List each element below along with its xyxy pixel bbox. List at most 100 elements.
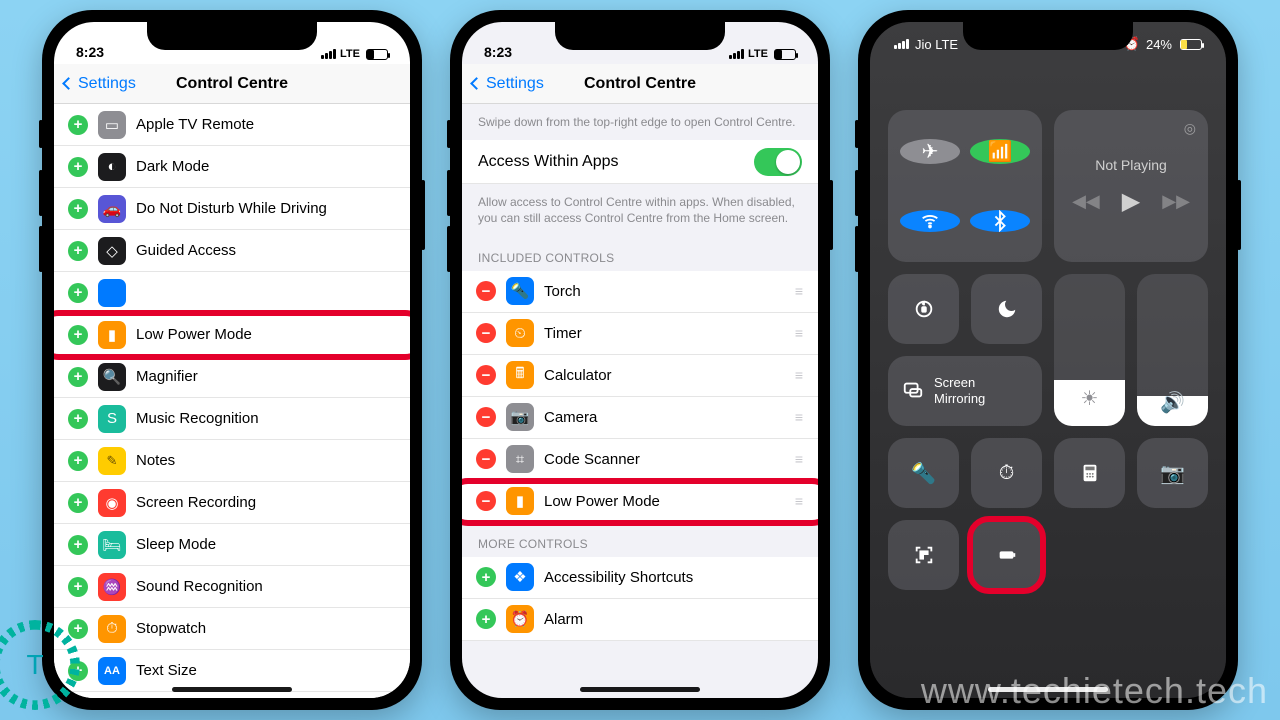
drag-handle-icon[interactable]: ≡ xyxy=(795,451,804,467)
add-icon[interactable]: + xyxy=(68,577,88,597)
airplane-mode-icon[interactable]: ✈ xyxy=(900,139,960,164)
drag-handle-icon[interactable]: ≡ xyxy=(795,325,804,341)
list-item[interactable]: +❖Accessibility Shortcuts xyxy=(462,557,818,599)
remove-icon[interactable]: − xyxy=(476,365,496,385)
list-item[interactable]: +SMusic Recognition xyxy=(54,398,410,440)
volume-slider[interactable]: 🔊 xyxy=(1137,274,1208,426)
add-icon[interactable]: + xyxy=(476,609,496,629)
list-item[interactable]: −🖩Calculator≡ xyxy=(462,355,818,397)
app-icon: ▮ xyxy=(506,487,534,515)
chevron-left-icon xyxy=(62,77,75,90)
list-item[interactable]: +🔍Magnifier xyxy=(54,356,410,398)
app-icon: ⏱ xyxy=(98,615,126,643)
access-toggle[interactable] xyxy=(754,148,802,176)
play-icon[interactable]: ▶ xyxy=(1122,187,1140,216)
add-icon[interactable]: + xyxy=(68,451,88,471)
code-scanner-icon[interactable] xyxy=(888,520,959,590)
add-icon[interactable]: + xyxy=(68,241,88,261)
list-item[interactable]: +◉Screen Recording xyxy=(54,482,410,524)
drag-handle-icon[interactable]: ≡ xyxy=(795,367,804,383)
list-item[interactable]: +◇Guided Access xyxy=(54,230,410,272)
status-time: 8:23 xyxy=(484,44,512,60)
back-button[interactable]: Settings xyxy=(64,75,136,93)
list-item-label: Timer xyxy=(544,325,582,342)
list-item[interactable]: +✎Notes xyxy=(54,440,410,482)
brightness-slider[interactable]: ☀ xyxy=(1054,274,1125,426)
add-icon[interactable]: + xyxy=(68,409,88,429)
more-controls-list[interactable]: +▭Apple TV Remote+◐Dark Mode+🚗Do Not Dis… xyxy=(54,104,410,698)
remove-icon[interactable]: − xyxy=(476,281,496,301)
add-icon[interactable]: + xyxy=(68,115,88,135)
drag-handle-icon[interactable]: ≡ xyxy=(795,283,804,299)
remove-icon[interactable]: − xyxy=(476,449,496,469)
list-item[interactable]: +AAText Size xyxy=(54,650,410,692)
home-indicator[interactable] xyxy=(988,687,1108,692)
list-item[interactable]: + xyxy=(54,272,410,314)
add-icon[interactable]: + xyxy=(68,157,88,177)
add-icon[interactable]: + xyxy=(68,199,88,219)
screen-mirroring-icon xyxy=(902,379,924,404)
back-button[interactable]: Settings xyxy=(472,75,544,93)
phone-3-screen: Jio LTE ⏰ 24% ✈ 📶 xyxy=(870,22,1226,698)
remove-icon[interactable]: − xyxy=(476,491,496,511)
list-item-label: Calculator xyxy=(544,367,612,384)
airplay-icon[interactable]: ◎ xyxy=(1184,120,1196,137)
timer-icon[interactable]: ⏱ xyxy=(971,438,1042,508)
phone-2-screen: 8:23 LTE Settings Control Centre Swipe d… xyxy=(462,22,818,698)
home-indicator[interactable] xyxy=(580,687,700,692)
list-item[interactable]: +♒Sound Recognition xyxy=(54,566,410,608)
list-item[interactable]: +⏱Stopwatch xyxy=(54,608,410,650)
list-item[interactable]: −▮Low Power Mode≡ xyxy=(462,481,818,523)
remove-icon[interactable]: − xyxy=(476,407,496,427)
add-icon[interactable]: + xyxy=(68,619,88,639)
list-item-label: Accessibility Shortcuts xyxy=(544,569,693,586)
add-icon[interactable]: + xyxy=(476,567,496,587)
low-power-mode-icon[interactable] xyxy=(971,520,1042,590)
add-icon[interactable]: + xyxy=(68,283,88,303)
torch-icon[interactable]: 🔦 xyxy=(888,438,959,508)
status-carrier: LTE xyxy=(340,48,360,60)
cellular-data-icon[interactable]: 📶 xyxy=(970,139,1030,164)
drag-handle-icon[interactable]: ≡ xyxy=(795,409,804,425)
list-item[interactable]: +◐Dark Mode xyxy=(54,146,410,188)
wifi-icon[interactable] xyxy=(900,210,960,232)
remove-icon[interactable]: − xyxy=(476,323,496,343)
list-item[interactable]: −📷Camera≡ xyxy=(462,397,818,439)
list-item[interactable]: −⏲ Timer ≡ xyxy=(462,313,818,355)
add-icon[interactable]: + xyxy=(68,535,88,555)
next-track-icon[interactable]: ▶▶ xyxy=(1162,191,1190,212)
list-item[interactable]: −🔦Torch≡ xyxy=(462,271,818,313)
do-not-disturb-icon[interactable] xyxy=(971,274,1042,344)
included-controls-list[interactable]: −🔦Torch≡−⏲Timer≡−🖩Calculator≡−📷Camera≡−⌗… xyxy=(462,271,818,523)
camera-icon[interactable]: 📷 xyxy=(1137,438,1208,508)
add-icon[interactable]: + xyxy=(68,493,88,513)
list-item[interactable]: −⌗Code Scanner≡ xyxy=(462,439,818,481)
orientation-lock-icon[interactable] xyxy=(888,274,959,344)
app-icon: ♒ xyxy=(98,573,126,601)
list-item[interactable]: +🛏Sleep Mode xyxy=(54,524,410,566)
list-item-label: Music Recognition xyxy=(136,410,259,427)
home-indicator[interactable] xyxy=(172,687,292,692)
app-icon: ▮ xyxy=(98,321,126,349)
calculator-icon[interactable] xyxy=(1054,438,1125,508)
list-item[interactable]: +▭Wallet xyxy=(54,692,410,698)
media-tile[interactable]: ◎ Not Playing ◀◀ ▶ ▶▶ xyxy=(1054,110,1208,262)
connectivity-tile[interactable]: ✈ 📶 xyxy=(888,110,1042,262)
list-item[interactable]: +▭Apple TV Remote xyxy=(54,104,410,146)
list-item[interactable]: +🚗Do Not Disturb While Driving xyxy=(54,188,410,230)
screen-mirroring-tile[interactable]: Screen Mirroring xyxy=(888,356,1042,426)
bluetooth-icon[interactable] xyxy=(970,210,1030,232)
more-controls-list[interactable]: +❖Accessibility Shortcuts+⏰Alarm xyxy=(462,557,818,641)
drag-handle-icon[interactable]: ≡ xyxy=(795,493,804,509)
list-item[interactable]: +▮Low Power Mode xyxy=(54,314,410,356)
list-item[interactable]: +⏰Alarm xyxy=(462,599,818,641)
help-text: Swipe down from the top-right edge to op… xyxy=(462,104,818,140)
add-icon[interactable]: + xyxy=(68,367,88,387)
app-icon: ⏲ xyxy=(506,319,534,347)
phone-3-frame: Jio LTE ⏰ 24% ✈ 📶 xyxy=(858,10,1238,710)
add-icon[interactable]: + xyxy=(68,325,88,345)
app-icon: ▭ xyxy=(98,111,126,139)
signal-bars-icon xyxy=(894,39,909,49)
app-icon: ◉ xyxy=(98,489,126,517)
prev-track-icon[interactable]: ◀◀ xyxy=(1072,191,1100,212)
